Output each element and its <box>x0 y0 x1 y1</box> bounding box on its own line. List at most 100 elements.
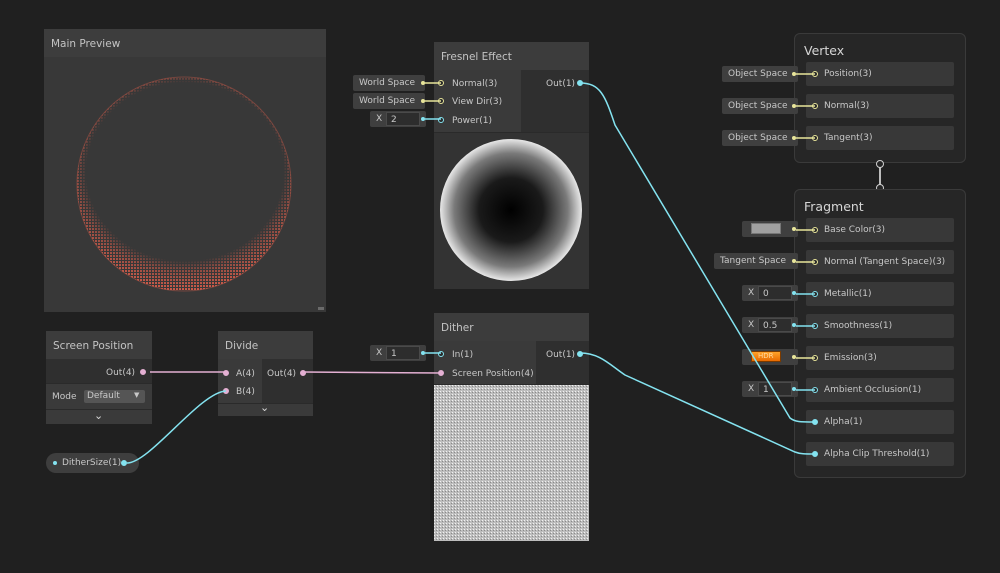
emission-label: Emission(3) <box>824 353 877 363</box>
context-link-top-port[interactable] <box>876 160 884 168</box>
smoothness-x-label: X <box>748 320 755 330</box>
smoothness-field[interactable]: 0.5 <box>758 318 792 332</box>
metallic-block[interactable]: Metallic(1) <box>806 282 954 306</box>
edge-dither-to-alpha-clip <box>579 352 816 455</box>
ambient-occlusion-port[interactable] <box>812 387 818 393</box>
ambient-occlusion-block[interactable]: Ambient Occlusion(1) <box>806 378 954 402</box>
chevron-down-icon: ▼ <box>134 391 140 399</box>
divide-a-label: A(4) <box>236 369 255 379</box>
alpha-label: Alpha(1) <box>824 417 863 427</box>
alpha-clip-threshold-block[interactable]: Alpha Clip Threshold(1) <box>806 442 954 466</box>
dither-in-label: In(1) <box>452 350 474 360</box>
base-color-block[interactable]: Base Color(3) <box>806 218 954 242</box>
dither-in-x-label: X <box>376 348 383 358</box>
fragment-normal-port[interactable] <box>812 259 818 265</box>
divide-out-port[interactable] <box>300 370 306 376</box>
metallic-chip[interactable]: X 0 <box>742 285 798 301</box>
emission-chip[interactable]: HDR <box>742 349 798 365</box>
dither-in-connector-dot <box>421 351 425 355</box>
collapse-chevron-icon[interactable]: ⌄ <box>260 401 269 414</box>
property-out-port[interactable] <box>121 460 127 466</box>
mode-dropdown[interactable]: Default ▼ <box>84 390 145 403</box>
alpha-clip-threshold-port[interactable] <box>812 451 818 457</box>
dither-in-field[interactable]: 1 <box>386 346 420 360</box>
property-label: DitherSize(1) <box>62 458 122 468</box>
fragment-normal-chip[interactable]: Tangent Space <box>714 253 798 269</box>
vertex-tangent-chip[interactable]: Object Space <box>722 130 798 146</box>
fresnel-power-chip[interactable]: X 2 <box>370 111 426 127</box>
fresnel-power-field[interactable]: 2 <box>386 112 420 126</box>
vertex-normal-port[interactable] <box>812 103 818 109</box>
dither-out-port[interactable] <box>577 351 583 357</box>
collapse-chevron-icon[interactable]: ⌄ <box>94 409 103 422</box>
fresnel-normal-port[interactable] <box>438 80 444 86</box>
main-preview-sphere[interactable] <box>44 57 326 312</box>
main-preview-panel[interactable]: Main Preview <box>44 29 326 312</box>
vertex-position-port[interactable] <box>812 71 818 77</box>
dither-node[interactable]: Dither In(1) Screen Position(4) Out(1) <box>434 313 589 541</box>
vertex-normal-block[interactable]: Normal(3) <box>806 94 954 118</box>
fresnel-effect-title: Fresnel Effect <box>434 42 589 70</box>
fresnel-power-port[interactable] <box>438 117 444 123</box>
dither-screenpos-port[interactable] <box>438 370 444 376</box>
fresnel-out-port[interactable] <box>577 80 583 86</box>
fresnel-normal-connector-dot <box>421 81 425 85</box>
base-color-swatch[interactable] <box>751 223 781 234</box>
main-preview-title: Main Preview <box>44 29 326 57</box>
vertex-normal-label: Normal(3) <box>824 101 870 111</box>
screen-position-node[interactable]: Screen Position Out(4) Mode Default ▼ ⌄ <box>46 331 152 424</box>
divide-node[interactable]: Divide A(4) B(4) Out(4) ⌄ <box>218 331 313 416</box>
fresnel-effect-node[interactable]: Fresnel Effect Normal(3) View Dir(3) Pow… <box>434 42 589 289</box>
dither-preview <box>434 385 589 541</box>
mode-dropdown-value: Default <box>87 391 120 401</box>
smoothness-label: Smoothness(1) <box>824 321 893 331</box>
emission-block[interactable]: Emission(3) <box>806 346 954 370</box>
fresnel-power-x-label: X <box>376 114 383 124</box>
smoothness-port[interactable] <box>812 323 818 329</box>
dither-screenpos-label: Screen Position(4) <box>452 369 534 379</box>
edge-divide-to-dither-screenpos <box>302 371 442 374</box>
alpha-port[interactable] <box>812 419 818 425</box>
resize-handle[interactable] <box>318 307 324 310</box>
vertex-normal-chip[interactable]: Object Space <box>722 98 798 114</box>
smoothness-chip[interactable]: X 0.5 <box>742 317 798 333</box>
divide-b-label: B(4) <box>236 387 255 397</box>
base-color-port[interactable] <box>812 227 818 233</box>
fragment-normal-block[interactable]: Normal (Tangent Space)(3) <box>806 250 954 274</box>
dither-in-port[interactable] <box>438 351 444 357</box>
screen-position-out-port[interactable] <box>140 369 146 375</box>
divide-a-port[interactable] <box>223 370 229 376</box>
metallic-port[interactable] <box>812 291 818 297</box>
emission-hdr-label: HDR <box>758 352 774 360</box>
fresnel-viewdir-label: View Dir(3) <box>452 97 503 107</box>
metallic-field[interactable]: 0 <box>758 286 792 300</box>
vertex-tangent-port[interactable] <box>812 135 818 141</box>
fresnel-viewdir-space-chip[interactable]: World Space <box>353 93 425 109</box>
fresnel-viewdir-port[interactable] <box>438 98 444 104</box>
ambient-occlusion-chip[interactable]: X 1 <box>742 381 798 397</box>
emission-port[interactable] <box>812 355 818 361</box>
metallic-label: Metallic(1) <box>824 289 872 299</box>
fragment-title: Fragment <box>804 199 864 214</box>
vertex-tangent-block[interactable]: Tangent(3) <box>806 126 954 150</box>
mode-label: Mode <box>52 392 77 402</box>
alpha-block[interactable]: Alpha(1) <box>806 410 954 434</box>
fresnel-power-connector-dot <box>421 117 425 121</box>
dither-in-chip[interactable]: X 1 <box>370 345 426 361</box>
divide-b-port[interactable] <box>223 388 229 394</box>
base-color-label: Base Color(3) <box>824 225 886 235</box>
fresnel-normal-space-chip[interactable]: World Space <box>353 75 425 91</box>
fresnel-viewdir-connector-dot <box>421 99 425 103</box>
vertex-position-chip[interactable]: Object Space <box>722 66 798 82</box>
alpha-clip-threshold-label: Alpha Clip Threshold(1) <box>824 449 930 459</box>
smoothness-block[interactable]: Smoothness(1) <box>806 314 954 338</box>
vertex-position-block[interactable]: Position(3) <box>806 62 954 86</box>
base-color-chip[interactable] <box>742 221 798 237</box>
divide-out-label: Out(4) <box>267 369 297 379</box>
fresnel-out-label: Out(1) <box>546 79 576 89</box>
ambient-occlusion-field[interactable]: 1 <box>758 382 792 396</box>
fresnel-preview <box>434 133 589 289</box>
ambient-occlusion-label: Ambient Occlusion(1) <box>824 385 922 395</box>
dither-size-property[interactable]: DitherSize(1) <box>46 453 139 473</box>
screen-position-title: Screen Position <box>46 331 152 359</box>
